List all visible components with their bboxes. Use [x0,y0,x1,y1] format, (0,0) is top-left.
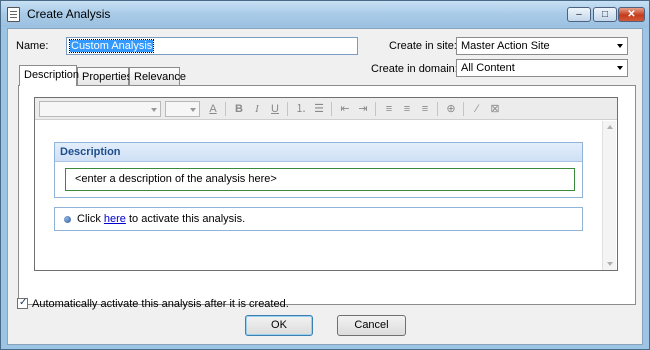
site-select-value: Master Action Site [461,40,550,52]
site-select[interactable]: Master Action Site [456,37,628,55]
toolbar-separator [287,102,288,116]
font-family-select[interactable] [39,101,161,117]
activate-section: Click here to activate this analysis. [54,207,583,231]
dialog-body: Name: Custom Analysis Create in site: Ma… [7,28,643,345]
rich-text-editor: A B I U ⒈ ☰ ⇤ ⇥ ≡ ≡ ≡ ⊕ ⁄ ⊠ Description … [34,97,618,271]
font-color-icon[interactable]: A [205,101,221,117]
window-title: Create Analysis [27,7,111,21]
italic-icon[interactable]: I [249,101,265,117]
toolbar-separator [437,102,438,116]
chevron-down-icon [617,44,623,48]
insert-link-icon[interactable]: ⊕ [443,101,459,117]
cancel-button[interactable]: Cancel [337,315,406,336]
site-label: Create in site: [389,40,457,52]
activate-prefix: Click [77,213,104,225]
activate-link[interactable]: here [104,213,126,225]
toolbar-separator [463,102,464,116]
activate-suffix: to activate this analysis. [125,213,246,225]
domain-select-value: All Content [461,62,515,74]
document-icon [7,7,20,22]
chevron-down-icon [190,108,196,112]
scroll-up-icon[interactable] [607,125,613,129]
maximize-button[interactable]: □ [593,7,617,22]
magic-wand-icon[interactable]: ⁄ [469,101,485,117]
editor-toolbar: A B I U ⒈ ☰ ⇤ ⇥ ≡ ≡ ≡ ⊕ ⁄ ⊠ [35,98,617,120]
align-right-icon[interactable]: ≡ [417,101,433,117]
editor-scrollbar[interactable] [602,121,616,270]
font-size-select[interactable] [165,101,200,117]
chevron-down-icon [617,66,623,70]
clear-format-icon[interactable]: ⊠ [487,101,503,117]
toolbar-separator [331,102,332,116]
ordered-list-icon[interactable]: ⒈ [293,101,309,117]
scroll-down-icon[interactable] [607,262,613,266]
unordered-list-icon[interactable]: ☰ [311,101,327,117]
align-center-icon[interactable]: ≡ [399,101,415,117]
auto-activate-label[interactable]: Automatically activate this analysis aft… [32,298,289,310]
name-field-value: Custom Analysis [68,39,155,53]
close-button[interactable]: ✕ [618,7,645,22]
domain-select[interactable]: All Content [456,59,628,77]
description-tab-panel: A B I U ⒈ ☰ ⇤ ⇥ ≡ ≡ ≡ ⊕ ⁄ ⊠ Description … [18,85,636,305]
description-section-header: Description [55,143,582,162]
domain-label: Create in domain: [371,63,458,75]
minimize-button[interactable]: – [567,7,591,22]
editor-content[interactable]: Description <enter a description of the … [35,121,601,270]
tab-properties[interactable]: Properties [77,67,132,85]
bullet-icon [64,216,71,223]
tab-relevance[interactable]: Relevance [129,67,186,85]
auto-activate-checkbox[interactable] [17,297,28,309]
tab-description[interactable]: Description [19,65,79,86]
align-left-icon[interactable]: ≡ [381,101,397,117]
name-field[interactable]: Custom Analysis [66,37,358,55]
description-input[interactable]: <enter a description of the analysis her… [65,168,575,191]
outdent-icon[interactable]: ⇤ [337,101,353,117]
ok-button[interactable]: OK [245,315,313,336]
title-bar[interactable]: Create Analysis – □ ✕ [1,1,649,27]
toolbar-separator [375,102,376,116]
underline-icon[interactable]: U [267,101,283,117]
create-analysis-window: Create Analysis – □ ✕ Name: Custom Analy… [0,0,650,350]
chevron-down-icon [151,108,157,112]
toolbar-separator [225,102,226,116]
name-label: Name: [16,40,49,52]
indent-icon[interactable]: ⇥ [355,101,371,117]
description-section: Description <enter a description of the … [54,142,583,198]
bold-icon[interactable]: B [231,101,247,117]
